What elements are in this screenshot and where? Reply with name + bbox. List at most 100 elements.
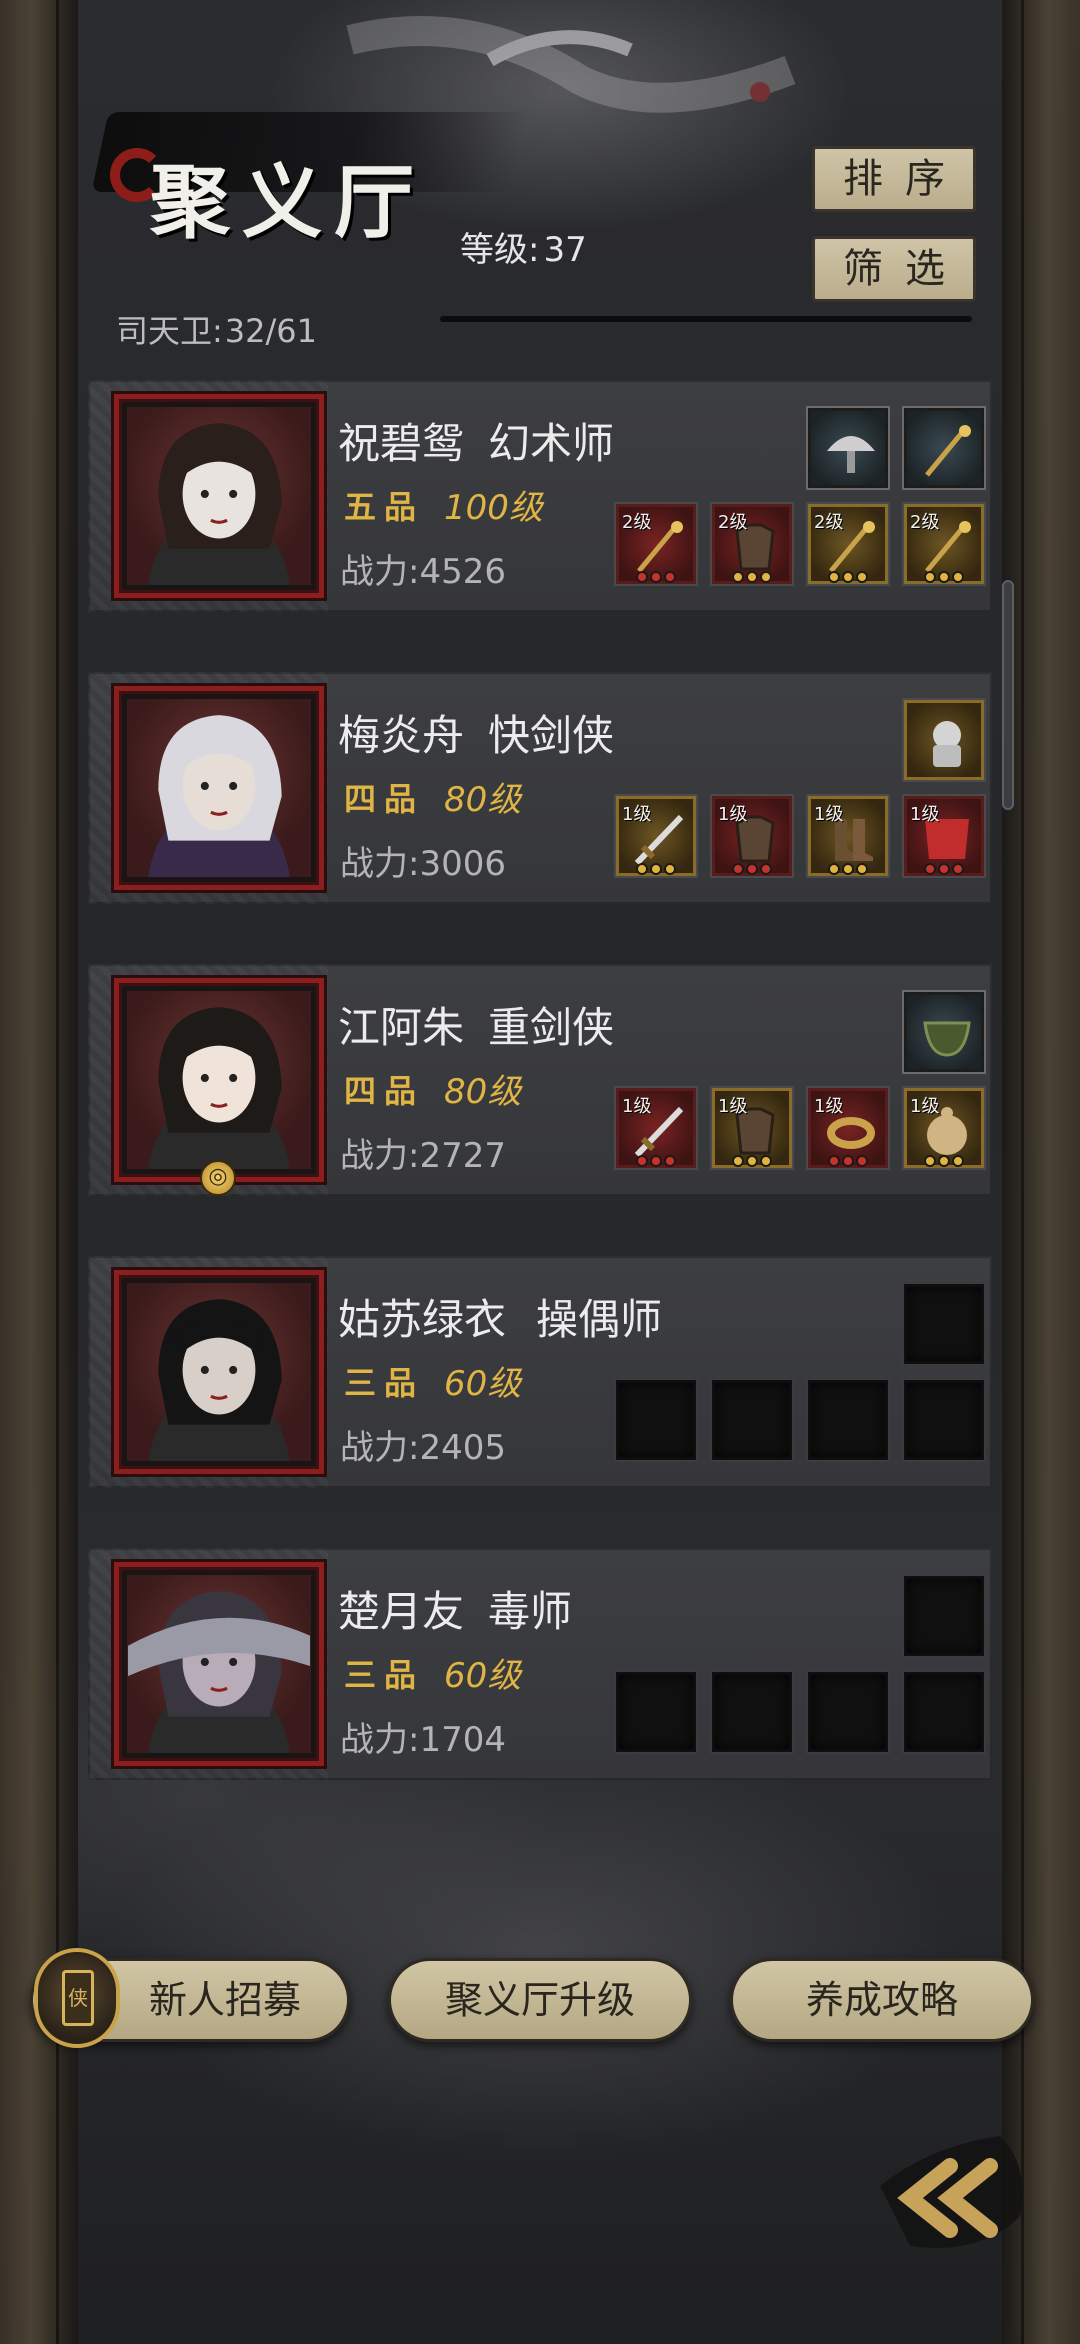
equipment-level: 2级 (622, 512, 652, 533)
equipment-slot[interactable] (712, 1672, 792, 1752)
hall-upgrade-button[interactable]: 聚义厅升级 (388, 1958, 692, 2042)
equipment-level: 1级 (814, 1096, 844, 1117)
hero-power-value: 2727 (419, 1136, 506, 1176)
hero-portrait (127, 1575, 311, 1753)
treasure-slot[interactable] (904, 1284, 984, 1364)
equipment-slot[interactable] (904, 1380, 984, 1460)
hero-portrait-frame[interactable] (114, 1562, 324, 1766)
equipment-slot[interactable]: 1级 (808, 796, 888, 876)
hero-class: 重剑侠 (488, 1003, 615, 1052)
equipment-slot[interactable] (616, 1672, 696, 1752)
star-gem (760, 571, 772, 583)
recruit-card-icon[interactable]: 侠 (34, 1948, 120, 2048)
hero-power-value: 1704 (419, 1720, 506, 1760)
equipment-level: 2级 (718, 512, 748, 533)
hero-power-label: 战力: (340, 1136, 420, 1176)
star-gem (650, 571, 662, 583)
equipment-slot[interactable] (808, 1672, 888, 1752)
hero-grade: 三品 (344, 1364, 425, 1402)
equipment-level: 1级 (814, 804, 844, 825)
hero-level: 60级 (444, 1656, 522, 1696)
hero-portrait-frame[interactable] (114, 686, 324, 890)
hero-card[interactable]: 楚月友 毒师 三品 60级 战力:1704 (88, 1548, 992, 1780)
hall-level: 等级: 37 (460, 222, 587, 271)
treasure-slot[interactable] (808, 408, 888, 488)
hero-card[interactable]: 江阿朱 重剑侠 四品 80级 战力:2727 1级 1级 1级 1级 ◎ (88, 964, 992, 1196)
sort-button[interactable]: 排序 (812, 146, 976, 212)
equipment-stars (811, 863, 885, 879)
equipment-slot[interactable] (616, 1380, 696, 1460)
star-gem (938, 1155, 950, 1167)
equipment-slot[interactable]: 2级 (808, 504, 888, 584)
star-gem (732, 571, 744, 583)
hall-level-value: 37 (543, 230, 587, 270)
guide-button[interactable]: 养成攻略 (730, 1958, 1034, 2042)
equipment-level: 1级 (910, 804, 940, 825)
equipment-slot[interactable]: 1级 (712, 796, 792, 876)
hero-card[interactable]: 祝碧鸳 幻术师 五品 100级 战力:4526 2级 2级 2级 2级 (88, 380, 992, 612)
star-gem (828, 863, 840, 875)
back-double-chevron-icon[interactable] (870, 2126, 1040, 2266)
hero-portrait-frame[interactable] (114, 394, 324, 598)
equipment-slot[interactable]: 1级 (904, 796, 984, 876)
hall-level-label: 等级: (460, 230, 540, 270)
star-gem (828, 571, 840, 583)
star-gem (952, 863, 964, 875)
hero-portrait (127, 407, 311, 585)
treasure-slot[interactable] (904, 992, 984, 1072)
equipment-stars (907, 571, 981, 587)
star-gem (664, 863, 676, 875)
equipment-slot[interactable]: 1级 (904, 1088, 984, 1168)
star-gem (650, 1155, 662, 1167)
equipment-stars (715, 863, 789, 879)
hero-class: 毒师 (488, 1587, 573, 1636)
hero-portrait (127, 991, 311, 1169)
treasure-slot[interactable] (904, 700, 984, 780)
equipment-stars (715, 1155, 789, 1171)
star-gem (856, 571, 868, 583)
hero-portrait-frame[interactable] (114, 1270, 324, 1474)
filter-button[interactable]: 筛选 (812, 236, 976, 302)
equipment-slot[interactable]: 1级 (616, 796, 696, 876)
hero-level: 80级 (444, 780, 522, 820)
hero-list[interactable]: 祝碧鸳 幻术师 五品 100级 战力:4526 2级 2级 2级 2级 梅炎舟 快剑侠 四品 80级 战力… (88, 380, 992, 1790)
star-gem (924, 571, 936, 583)
hero-power-label: 战力: (340, 552, 420, 592)
hero-card[interactable]: 姑苏绿衣 操偶师 三品 60级 战力:2405 (88, 1256, 992, 1488)
list-scrollbar[interactable] (1002, 580, 1014, 810)
hero-power-value: 2405 (419, 1428, 506, 1468)
hero-name: 祝碧鸳 (338, 419, 465, 468)
hero-class: 操偶师 (536, 1295, 663, 1344)
hero-power-value: 3006 (419, 844, 506, 884)
equipment-stars (907, 863, 981, 879)
equipment-level: 1级 (622, 804, 652, 825)
equipment-slot[interactable]: 2级 (616, 504, 696, 584)
treasure-slot[interactable] (904, 1576, 984, 1656)
equipment-slot[interactable]: 2级 (904, 504, 984, 584)
hero-power-value: 4526 (419, 552, 506, 592)
guard-count-value: 32/61 (224, 312, 318, 350)
star-gem (664, 571, 676, 583)
equipment-slot[interactable] (904, 1672, 984, 1752)
star-gem (650, 863, 662, 875)
star-gem (636, 1155, 648, 1167)
equipment-slot[interactable]: 2级 (712, 504, 792, 584)
hero-power-label: 战力: (340, 1720, 420, 1760)
equipment-slot[interactable] (712, 1380, 792, 1460)
hero-name: 楚月友 (338, 1587, 465, 1636)
treasure-slot[interactable] (904, 408, 984, 488)
equipment-stars (619, 1155, 693, 1171)
hero-name: 江阿朱 (338, 1003, 465, 1052)
star-gem (938, 571, 950, 583)
hero-power: 战力:1704 (340, 1712, 506, 1761)
equipment-slot[interactable]: 1级 (616, 1088, 696, 1168)
equipment-slot[interactable]: 1级 (712, 1088, 792, 1168)
header-divider (440, 316, 972, 322)
hero-level: 80级 (444, 1072, 522, 1112)
hero-portrait-frame[interactable] (114, 978, 324, 1182)
equipment-stars (715, 571, 789, 587)
equipment-slot[interactable]: 1级 (808, 1088, 888, 1168)
hero-card[interactable]: 梅炎舟 快剑侠 四品 80级 战力:3006 1级 1级 1级 1级 (88, 672, 992, 904)
equipment-slot[interactable] (808, 1380, 888, 1460)
star-gem (746, 1155, 758, 1167)
